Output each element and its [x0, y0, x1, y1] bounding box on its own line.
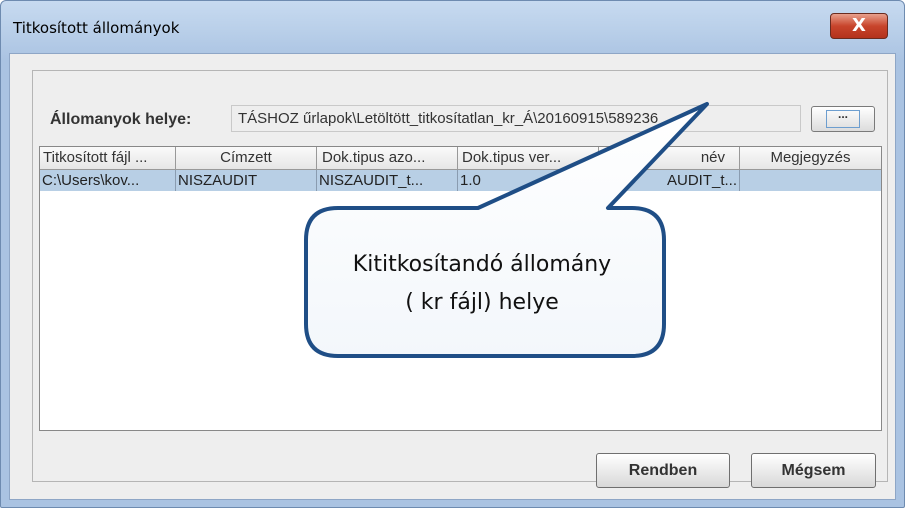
callout-text-line2: ( kr fájl) helye — [405, 290, 559, 315]
callout-text-line1: Kititkosítandó állomány — [352, 252, 612, 277]
callout-shape — [304, 102, 709, 358]
